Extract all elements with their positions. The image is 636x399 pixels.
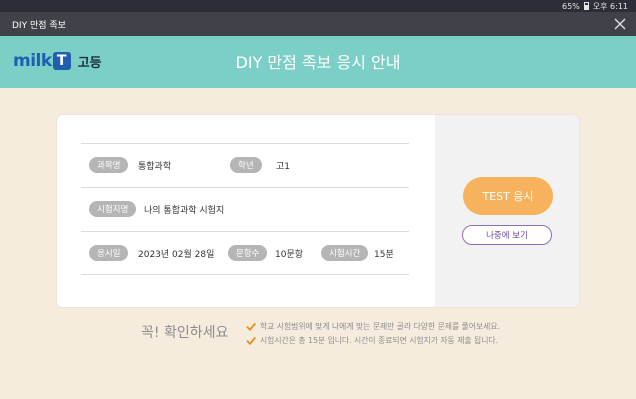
time-value: 15분 xyxy=(374,250,394,260)
test-start-button[interactable]: TEST 응시 xyxy=(463,177,553,215)
close-icon[interactable] xyxy=(612,16,628,32)
subject-label-chip: 과목명 xyxy=(89,157,129,173)
view-later-button[interactable]: 나중에 보기 xyxy=(462,225,552,245)
notice-title: 꼭! 확인하세요 xyxy=(141,325,229,341)
date-label-chip: 응시일 xyxy=(89,245,129,261)
battery-percent: 65% xyxy=(561,1,580,11)
battery-icon xyxy=(583,2,589,10)
notice-item: 시험시간은 총 15분 입니다. 시간이 종료되면 시험지가 자동 제출 됩니다… xyxy=(246,335,498,346)
checkmark-icon xyxy=(246,336,256,346)
window-title-bar: DIY 만점 족보 xyxy=(0,12,636,36)
status-time: 오후 6:11 xyxy=(592,1,628,11)
grade-label-chip: 학년 xyxy=(230,157,262,173)
divider xyxy=(81,143,409,144)
divider xyxy=(81,274,409,275)
questions-value: 10문항 xyxy=(275,250,304,260)
checkmark-icon xyxy=(246,322,256,332)
subject-value: 통합과학 xyxy=(138,162,172,172)
page-title: DIY 만점 족보 응시 안내 xyxy=(235,53,401,72)
exam-info-card: 과목명 통합과학 학년 고1 시험지명 나의 통합과학 시험지 응시일 2023… xyxy=(57,115,579,307)
notice-item: 학교 시험범위에 맞게 나에게 맞는 문제만 골라 다양한 문제를 풀어보세요. xyxy=(246,321,500,332)
window-title: DIY 만점 족보 xyxy=(12,20,66,31)
notice-text: 학교 시험범위에 맞게 나에게 맞는 문제만 골라 다양한 문제를 풀어보세요. xyxy=(260,322,500,331)
status-bar: 65% 오후 6:11 xyxy=(0,0,636,12)
divider xyxy=(81,187,409,188)
divider xyxy=(81,231,409,232)
questions-label-chip: 문항수 xyxy=(228,245,268,261)
date-value: 2023년 02월 28일 xyxy=(138,250,215,260)
notice-text: 시험시간은 총 15분 입니다. 시간이 종료되면 시험지가 자동 제출 됩니다… xyxy=(260,336,499,345)
exam-name-value: 나의 통합과학 시험지 xyxy=(144,206,225,216)
time-label-chip: 시험시간 xyxy=(321,245,369,261)
exam-name-label-chip: 시험지명 xyxy=(89,201,137,217)
grade-value: 고1 xyxy=(276,162,291,172)
